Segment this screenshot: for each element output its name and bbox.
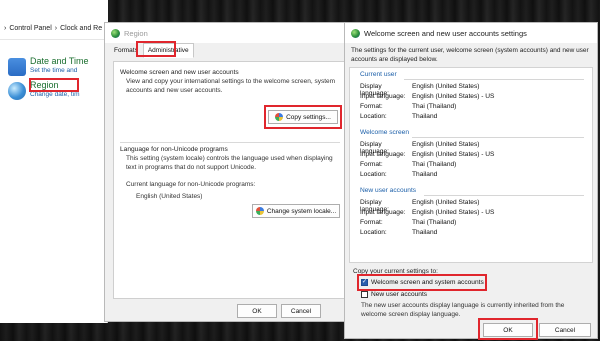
breadcrumb-control-panel[interactable]: Control Panel (9, 25, 51, 32)
change-system-locale-button[interactable]: Change system locale... (252, 204, 340, 218)
globe-icon (351, 28, 360, 38)
region-globe-icon (8, 82, 26, 100)
chevron-icon: › (4, 25, 7, 32)
divider (424, 195, 584, 196)
current-language-value: English (United States) (136, 193, 203, 200)
control-panel-window: Date and Time Set the time and Region Ch… (0, 40, 108, 323)
welcome-cancel-button[interactable]: Cancel (539, 323, 591, 337)
unicode-group-description: This setting (system locale) controls th… (126, 155, 333, 171)
region-dialog: Region Formats Administrative Welcome sc… (104, 22, 352, 322)
nu-format: Format: Thai (Thailand) (360, 219, 457, 226)
region-dialog-title: Region (124, 28, 148, 38)
date-time-title[interactable]: Date and Time (30, 56, 89, 66)
section-welcome-screen: Welcome screen (360, 129, 409, 136)
welcome-dialog-title: Welcome screen and new user accounts set… (364, 28, 527, 38)
divider (412, 137, 584, 138)
region-dialog-titlebar: Region (105, 23, 351, 43)
ws-input-language: Input language: English (United States) -… (360, 151, 495, 158)
new-user-accounts-checkbox[interactable]: New user accounts (361, 291, 427, 298)
date-time-subtitle[interactable]: Set the time and (30, 67, 89, 74)
administrative-panel: Welcome screen and new user accounts Vie… (113, 61, 345, 299)
welcome-intro: The settings for the current user, welco… (351, 47, 589, 63)
cu-input-language: Input language: English (United States) -… (360, 93, 495, 100)
unicode-group: Language for non-Unicode programs (120, 142, 340, 153)
nu-input-language: Input language: English (United States) -… (360, 209, 495, 216)
cu-format: Format: Thai (Thailand) (360, 103, 457, 110)
shield-icon (255, 207, 264, 215)
nu-location: Location: Thailand (360, 229, 438, 236)
globe-icon (111, 28, 120, 38)
cu-location: Location: Thailand (360, 113, 438, 120)
welcome-dialog-titlebar: Welcome screen and new user accounts set… (345, 23, 597, 43)
region-ok-button[interactable]: OK (237, 304, 277, 318)
breadcrumb-clock-region[interactable]: Clock and Re (60, 25, 102, 32)
ok-button-highlight (478, 318, 538, 340)
change-locale-label: Change system locale... (266, 207, 337, 215)
unicode-group-heading: Language for non-Unicode programs (120, 146, 228, 153)
date-time-item[interactable]: Date and Time Set the time and (30, 56, 89, 74)
region-highlight (29, 78, 79, 92)
new-user-checkbox-label[interactable]: New user accounts (371, 291, 427, 298)
region-subtitle[interactable]: Change date, tim (30, 91, 80, 98)
copy-settings-highlight (264, 105, 342, 129)
chevron-icon: › (54, 25, 58, 32)
divider (404, 79, 584, 80)
current-language-label: Current language for non-Unicode program… (126, 181, 256, 188)
ws-format: Format: Thai (Thailand) (360, 161, 457, 168)
checkbox-unchecked-icon[interactable] (361, 291, 368, 298)
welcome-settings-dialog: Welcome screen and new user accounts set… (344, 22, 598, 340)
inherit-note: The new user accounts display language i… (361, 302, 565, 318)
section-new-user-accounts: New user accounts (360, 187, 417, 194)
ws-location: Location: Thailand (360, 171, 438, 178)
administrative-tab-highlight (136, 41, 176, 57)
calendar-icon (8, 58, 26, 76)
section-current-user: Current user (360, 71, 397, 78)
welcome-group-heading: Welcome screen and new user accounts (120, 69, 239, 76)
control-panel-titlebar (0, 0, 108, 18)
welcome-checkbox-highlight (357, 274, 487, 291)
welcome-group-description: View and copy your international setting… (126, 78, 336, 94)
breadcrumb[interactable]: › Control Panel › Clock and Re (0, 18, 108, 40)
region-cancel-button[interactable]: Cancel (281, 304, 321, 318)
welcome-screen-group: Welcome screen and new user accounts (120, 66, 340, 76)
settings-summary-panel: Current user Display language: English (U… (349, 67, 593, 263)
